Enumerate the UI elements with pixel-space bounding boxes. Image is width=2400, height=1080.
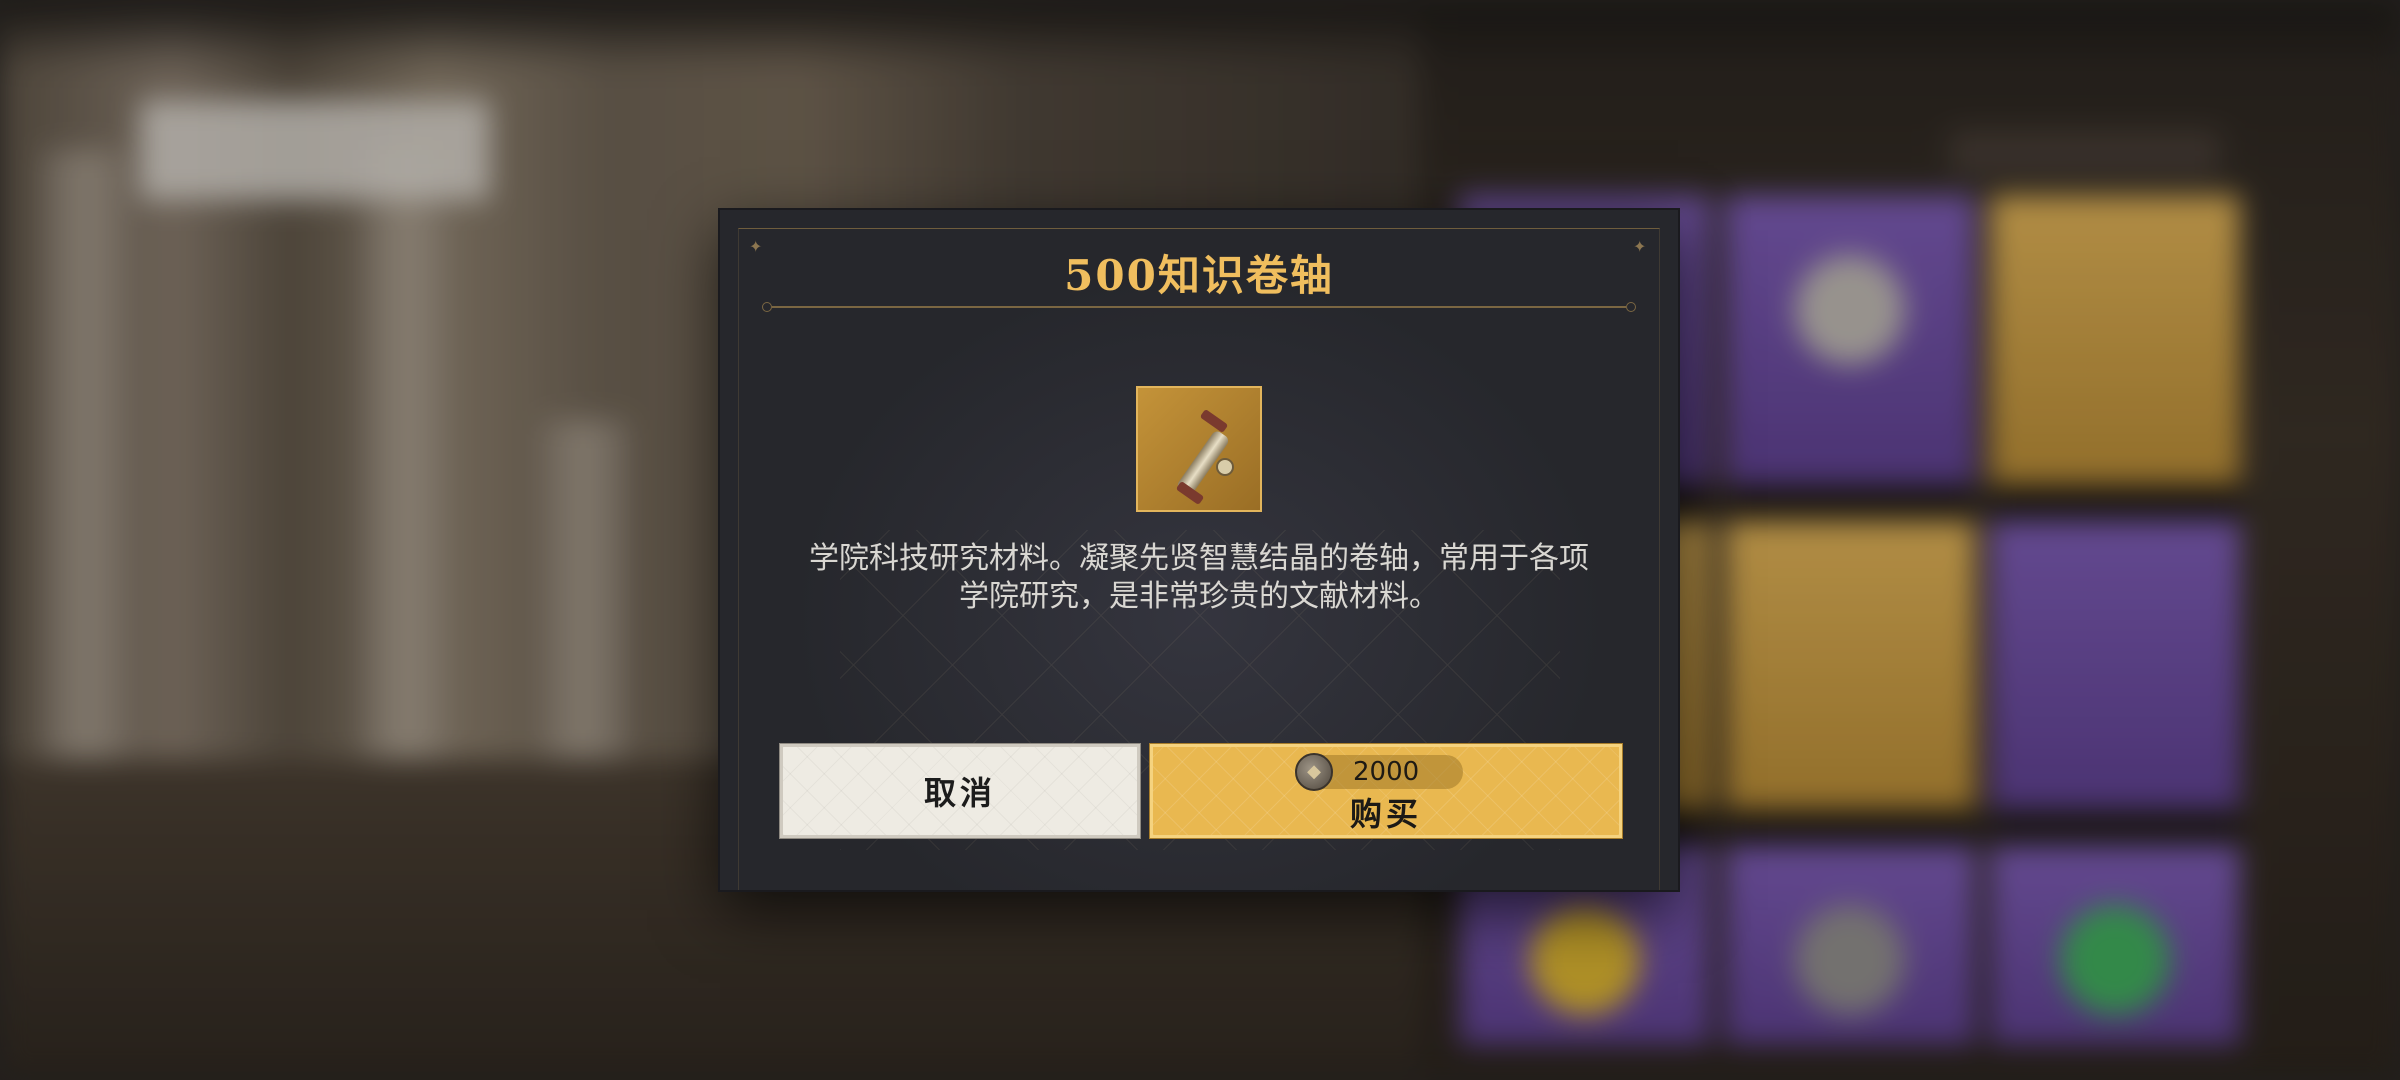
item-description-line: 学院研究，是非常珍贵的文献材料。 [959,579,1439,614]
purchase-dialog: ✦ ✦ 500知识卷轴 学院科技研究材料。凝聚先贤智慧结晶的卷轴，常用于各项 学… [720,210,1678,890]
item-description: 学院科技研究材料。凝聚先贤智慧结晶的卷轴，常用于各项 学院研究，是非常珍贵的文献… [760,540,1638,616]
cancel-button-label: 取消 [923,774,996,812]
buy-button[interactable]: ◆ 2000 购买 [1149,743,1623,839]
coin-icon: ◆ [1295,753,1333,791]
scroll-icon [1136,386,1262,512]
price-value: 2000 [1353,757,1420,787]
buy-button-label: 购买 [1349,795,1422,833]
title-divider [762,302,1636,312]
cancel-button[interactable]: 取消 [779,743,1141,839]
item-description-line: 学院科技研究材料。凝聚先贤智慧结晶的卷轴，常用于各项 [809,541,1589,576]
dialog-title: 500知识卷轴 [1064,251,1334,300]
